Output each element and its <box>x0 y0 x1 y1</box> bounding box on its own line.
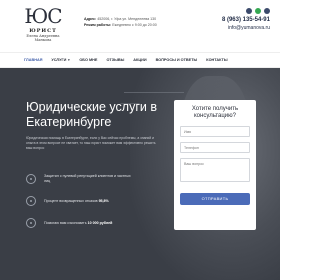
address-label: Адрес: <box>84 17 97 21</box>
whatsapp-icon[interactable] <box>255 8 261 14</box>
feature-text: Помогаю вам сэкономить 10 000 рублей <box>44 221 134 226</box>
nav-label: Акции <box>133 58 147 62</box>
header-email[interactable]: info@yumanova.ru <box>222 25 270 31</box>
feature-text-before: Помогаю вам сэкономить <box>44 220 88 225</box>
hours-row: Режим работы: Ежедневно с 9:00 до 20:00 <box>84 22 157 28</box>
wallet-icon <box>26 218 36 228</box>
question-field[interactable]: Ваш вопрос <box>180 158 250 182</box>
feature-item: Защитил с нулевой репутацией клиентов и … <box>26 174 134 184</box>
telegram-icon[interactable] <box>264 8 270 14</box>
nav-label: Отзывы <box>106 58 125 62</box>
chevron-down-icon: ▼ <box>67 58 71 62</box>
hours-label: Режим работы: <box>84 23 112 27</box>
form-title: Хотите получить консультацию? <box>191 106 239 119</box>
percent-icon <box>26 196 36 206</box>
header-phone[interactable]: 8 (963) 135-54-91 <box>222 17 270 23</box>
phone-block: 8 (963) 135-54-91 info@yumanova.ru <box>222 8 270 31</box>
nav-item-about[interactable]: Обо мне <box>79 58 97 62</box>
vk-icon[interactable] <box>246 8 252 14</box>
nav-item-home[interactable]: Главная <box>24 58 42 62</box>
feature-text: Защитил с нулевой репутацией клиентов и … <box>44 174 134 183</box>
nav-item-contacts[interactable]: Контакты <box>206 58 227 62</box>
feature-text-before: Защитил с нулевой репутацией <box>44 174 98 179</box>
nav-item-reviews[interactable]: Отзывы <box>106 58 124 62</box>
nav-label: Контакты <box>206 58 228 62</box>
nav-label: Услуги <box>51 58 67 62</box>
nav-label: Вопросы и ответы <box>155 58 198 62</box>
submit-button[interactable]: Отправить <box>180 192 250 205</box>
social-icons <box>222 8 270 14</box>
feature-item: Процент возвращенных отказов 95,8% <box>26 196 134 206</box>
hero-title: Юридические услуги в Екатеринбурге <box>26 100 157 129</box>
logo-mark: ЮС <box>24 4 62 28</box>
nav-label: Обо мне <box>79 58 98 62</box>
feature-text: Процент возвращенных отказов 95,8% <box>44 199 134 204</box>
consultation-form: Хотите получить консультацию? Имя Телефо… <box>174 100 256 230</box>
shield-icon <box>26 174 36 184</box>
feature-item: Помогаю вам сэкономить 10 000 рублей <box>26 218 134 228</box>
nav-label: Главная <box>24 58 43 62</box>
address-value: 452006, г. Уфа ул. Менделеева 130 <box>97 17 157 21</box>
logo[interactable]: ЮС ЮРИСТ Елена Андреевна Манкова <box>18 6 68 43</box>
name-field[interactable]: Имя <box>180 126 250 137</box>
hero-description: Юридическая помощь в Екатеринбурге, если… <box>26 136 156 150</box>
nav-item-promos[interactable]: Акции <box>133 58 146 62</box>
feature-strong: 95,8% <box>98 198 109 203</box>
main-nav: Главная Услуги▼ Обо мне Отзывы Акции Воп… <box>0 52 280 68</box>
feature-text-before: Процент возвращенных отказов <box>44 198 99 203</box>
nav-item-faq[interactable]: Вопросы и ответы <box>156 58 198 62</box>
nav-item-services[interactable]: Услуги▼ <box>51 58 70 62</box>
site-header: ЮС ЮРИСТ Елена Андреевна Манкова Адрес: … <box>0 0 280 52</box>
header-contacts: Адрес: 452006, г. Уфа ул. Менделеева 130… <box>84 16 157 28</box>
feature-strong: 10 000 рублей <box>87 220 113 225</box>
hours-value: Ежедневно с 9:00 до 20:00 <box>112 23 157 27</box>
phone-field[interactable]: Телефон <box>180 142 250 153</box>
logo-subtitle-2: Манкова <box>34 38 52 43</box>
